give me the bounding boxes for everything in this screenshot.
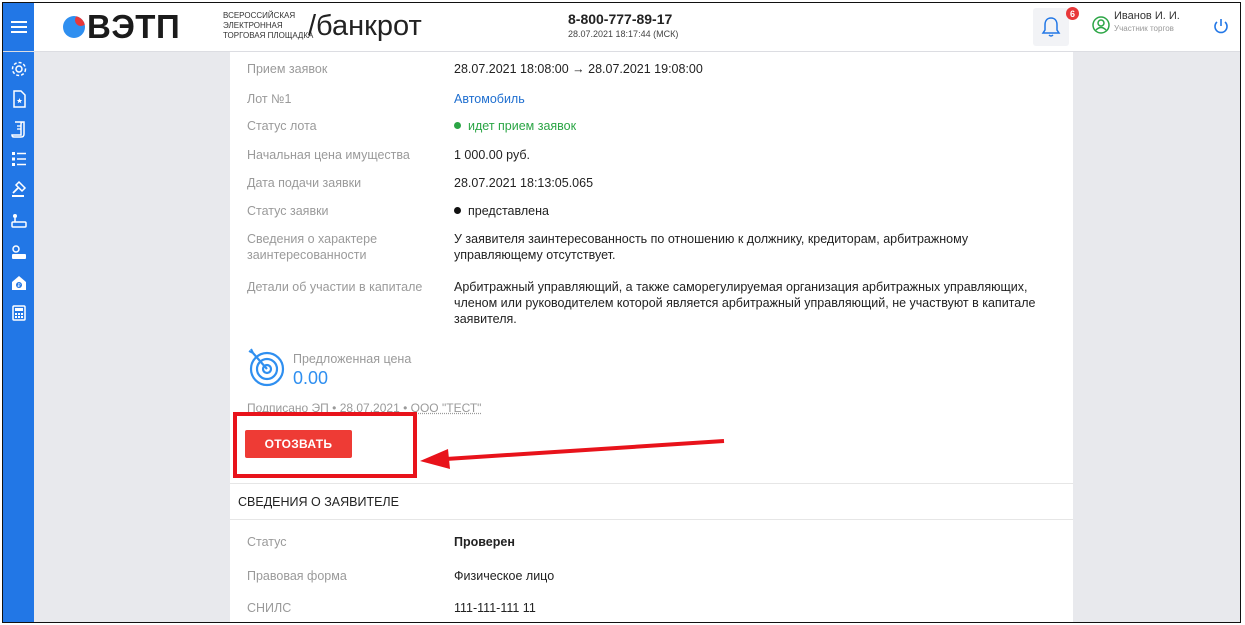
- field-value: Арбитражный управляющий, а также саморег…: [454, 280, 1036, 326]
- field-label: СНИЛС: [247, 601, 292, 615]
- field-value: 28.07.2021 18:13:05.065: [454, 176, 594, 190]
- field-label: Лот №1: [247, 92, 292, 106]
- field-label: Статус заявки: [247, 204, 329, 218]
- bank-icon[interactable]: ₽: [9, 273, 28, 292]
- logo-subtitle: ВСЕРОССИЙСКАЯ ЭЛЕКТРОННАЯ ТОРГОВАЯ ПЛОЩА…: [223, 11, 314, 41]
- logo-icon[interactable]: [63, 16, 85, 38]
- scroll-icon[interactable]: [9, 119, 28, 138]
- bell-icon: [1041, 17, 1061, 37]
- list-icon[interactable]: [9, 149, 28, 168]
- field-value: 1 000.00 руб.: [454, 148, 530, 162]
- field-label: Дата подачи заявки: [247, 176, 362, 190]
- field-label: Статус лота: [247, 119, 317, 133]
- sidebar: ₽: [3, 51, 34, 622]
- field-value: Физическое лицо: [454, 569, 555, 583]
- top-header: ВЭТП ВСЕРОССИЙСКАЯ ЭЛЕКТРОННАЯ ТОРГОВАЯ …: [3, 3, 1240, 52]
- gavel-icon[interactable]: [9, 179, 28, 198]
- document-star-icon[interactable]: [9, 89, 28, 108]
- auction-alt-icon[interactable]: [9, 243, 28, 262]
- user-avatar-icon[interactable]: [1092, 16, 1110, 34]
- settings-icon[interactable]: [9, 59, 28, 78]
- field-label: Прием заявок: [247, 62, 328, 76]
- user-role: Участник торгов: [1114, 24, 1174, 33]
- annotation-arrow: [420, 439, 725, 469]
- field-label: Статус: [247, 535, 287, 549]
- logo-text[interactable]: ВЭТП: [87, 9, 180, 45]
- application-status: представлена: [454, 203, 549, 219]
- menu-icon[interactable]: [3, 3, 34, 51]
- app-frame: ВЭТП ВСЕРОССИЙСКАЯ ЭЛЕКТРОННАЯ ТОРГОВАЯ …: [2, 2, 1241, 623]
- notifications-button[interactable]: [1033, 8, 1069, 46]
- field-value: 111-111-111 11: [454, 601, 536, 615]
- field-label: Правовая форма: [247, 569, 347, 583]
- field-value: 28.07.2021 18:08:00 → 28.07.2021 19:08:0…: [454, 62, 703, 76]
- applicant-status: Проверен: [454, 535, 515, 549]
- status-dot-icon: [454, 122, 461, 129]
- lot-status-text: идет прием заявок: [468, 119, 577, 133]
- application-status-text: представлена: [468, 204, 549, 218]
- field-label: Начальная цена имущества: [247, 148, 410, 162]
- logo-subtitle-line: ТОРГОВАЯ ПЛОЩАДКА: [223, 31, 314, 40]
- lot-status: идет прием заявок: [454, 118, 576, 134]
- highlight-box: [233, 412, 417, 478]
- field-label: Детали об участии в капитале: [247, 280, 423, 294]
- offer-label: Предложенная цена: [293, 352, 412, 366]
- offer-value: 0.00: [293, 368, 329, 388]
- user-name[interactable]: Иванов И. И.: [1114, 10, 1180, 22]
- application-card: Прием заявок 28.07.2021 18:08:00 → 28.07…: [230, 51, 1073, 622]
- notification-badge: 6: [1066, 7, 1079, 20]
- status-dot-icon: [454, 207, 461, 214]
- support-phone[interactable]: 8-800-777-89-17: [568, 11, 672, 27]
- target-icon: [248, 348, 285, 387]
- lot-link[interactable]: Автомобиль: [454, 91, 525, 107]
- brand-section: /банкрот: [308, 10, 422, 42]
- calculator-icon[interactable]: [9, 303, 28, 322]
- logo-subtitle-line: ЭЛЕКТРОННАЯ: [223, 21, 283, 30]
- field-label: Сведения о характере заинтересованности: [247, 232, 378, 262]
- applicant-section-header: СВЕДЕНИЯ О ЗАЯВИТЕЛЕ: [230, 483, 1073, 520]
- power-icon[interactable]: [1212, 17, 1230, 35]
- section-title: СВЕДЕНИЯ О ЗАЯВИТЕЛЕ: [238, 495, 399, 509]
- logo-subtitle-line: ВСЕРОССИЙСКАЯ: [223, 11, 296, 20]
- signed-org: ООО "ТЕСТ": [410, 401, 482, 415]
- server-datetime: 28.07.2021 18:17:44 (МСК): [568, 29, 679, 39]
- auction-icon[interactable]: [9, 211, 28, 230]
- field-value: У заявителя заинтересованность по отноше…: [454, 232, 969, 262]
